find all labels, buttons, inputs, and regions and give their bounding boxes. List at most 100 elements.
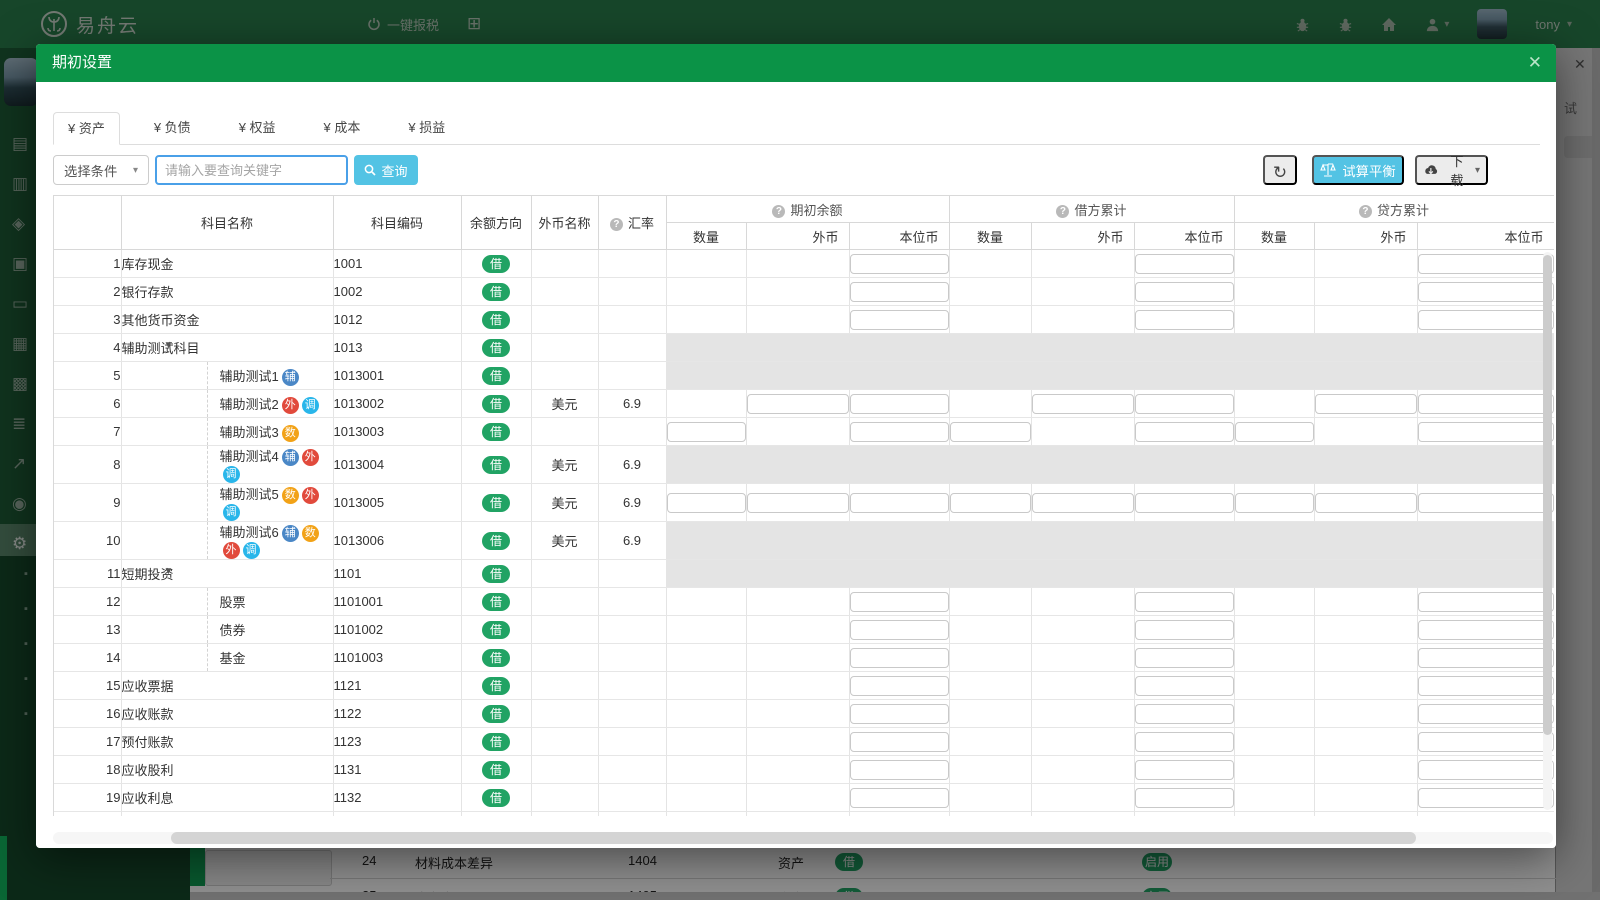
debit-total-fc-input[interactable] [1031,492,1134,513]
condition-select[interactable]: 选择条件 ▾ [53,155,149,185]
debit-total-base-input[interactable] [1134,731,1234,752]
debit-total-base-input[interactable] [1134,591,1234,612]
credit-total-fc-input[interactable] [1314,393,1417,414]
credit-total-base-input[interactable] [1417,393,1554,414]
question-icon[interactable]: ? [609,218,623,231]
debit-total-fc-cell [1031,559,1135,588]
credit-total-base-input[interactable] [1417,619,1554,640]
vertical-scrollbar[interactable] [1543,252,1552,810]
question-icon[interactable]: ? [772,204,786,218]
download-button[interactable]: 下载 ▾ [1415,154,1488,188]
close-icon[interactable]: ✕ [1528,44,1542,82]
debit-total-fc-input[interactable] [1031,393,1134,414]
debit-total-fc-cell [1031,361,1135,390]
credit-total-qty-input[interactable] [1234,421,1314,442]
debit-total-base-cell [1134,277,1235,306]
credit-total-base-input[interactable] [1417,675,1554,696]
opening-balance-fc-input[interactable] [746,393,849,414]
credit-total-base-cell [1417,727,1554,756]
tab-liabilities[interactable]: ¥ 负债 [140,112,205,143]
debit-total-qty-cell [948,305,1032,334]
debit-total-base-input[interactable] [1134,393,1234,414]
debit-total-qty-input[interactable] [949,421,1031,442]
search-input[interactable] [155,155,348,185]
credit-total-base-input[interactable] [1417,253,1554,274]
credit-total-base-input[interactable] [1417,647,1554,668]
tab-cost[interactable]: ¥ 成本 [310,112,375,143]
row-number: 12 [54,587,122,616]
opening-balance-base-input[interactable] [849,281,949,302]
horizontal-scrollbar[interactable] [53,832,1553,844]
opening-balance-base-input[interactable] [849,731,949,752]
debit-total-base-input[interactable] [1134,647,1234,668]
credit-total-base-input[interactable] [1417,731,1554,752]
credit-total-base-input[interactable] [1417,815,1554,816]
debit-total-base-input[interactable] [1134,675,1234,696]
opening-balance-base-input[interactable] [849,393,949,414]
opening-balance-base-input[interactable] [849,703,949,724]
debit-total-base-input[interactable] [1134,281,1234,302]
question-icon[interactable]: ? [1056,204,1070,218]
tab-equity[interactable]: ¥ 权益 [225,112,290,143]
opening-balance-base-input[interactable] [849,759,949,780]
table-row: 17 预付账款 1123 借 [54,727,1554,756]
debit-total-base-input[interactable] [1134,815,1234,816]
credit-total-base-input[interactable] [1417,492,1554,513]
search-button[interactable]: 查询 [354,155,418,185]
refresh-button[interactable]: ↻ [1263,155,1297,185]
debit-total-base-input[interactable] [1134,309,1234,330]
opening-balance-base-input[interactable] [849,492,949,513]
collapse-caret-icon[interactable]: ▼ [164,566,174,577]
credit-total-base-input[interactable] [1417,309,1554,330]
opening-balance-fc-cell [746,445,850,484]
opening-balance-base-cell [849,727,950,756]
chevron-down-icon: ▾ [132,164,138,176]
debit-total-base-input[interactable] [1134,759,1234,780]
question-icon[interactable]: ? [1358,204,1372,218]
opening-balance-base-cell [849,811,950,816]
credit-total-base-input[interactable] [1417,591,1554,612]
trial-balance-button[interactable]: 试算平衡 [1312,155,1404,185]
credit-total-base-input[interactable] [1417,787,1554,808]
credit-total-fc-cell [1314,727,1418,756]
row-number: 4 [54,333,122,362]
credit-total-fc-input[interactable] [1314,492,1417,513]
opening-balance-base-input[interactable] [849,787,949,808]
debit-total-fc-cell [1031,615,1135,644]
debit-total-base-input[interactable] [1134,619,1234,640]
opening-balance-base-input[interactable] [849,647,949,668]
credit-total-base-input[interactable] [1417,703,1554,724]
tab-profit-loss[interactable]: ¥ 损益 [394,112,459,143]
account-code: 1101 [333,559,462,588]
opening-balance-base-input[interactable] [849,253,949,274]
credit-total-base-cell [1417,643,1554,672]
opening-balance-base-input[interactable] [849,421,949,442]
credit-total-qty-cell [1233,361,1315,390]
opening-balance-base-input[interactable] [849,815,949,816]
debit-total-qty-input[interactable] [949,492,1031,513]
debit-total-base-input[interactable] [1134,703,1234,724]
credit-total-base-input[interactable] [1417,759,1554,780]
opening-balance-base-input[interactable] [849,309,949,330]
opening-balance-qty-cell [665,277,747,306]
debit-total-base-input[interactable] [1134,421,1234,442]
credit-total-base-input[interactable] [1417,421,1554,442]
opening-balance-base-input[interactable] [849,675,949,696]
foreign-currency-name [531,305,599,334]
debit-total-base-input[interactable] [1134,253,1234,274]
collapse-caret-icon[interactable]: ▼ [164,340,174,351]
credit-total-base-input[interactable] [1417,281,1554,302]
debit-total-base-input[interactable] [1134,492,1234,513]
tab-assets[interactable]: ¥ 资产 [53,112,120,145]
credit-total-qty-input[interactable] [1234,492,1314,513]
debit-total-qty-cell [948,445,1032,484]
debit-total-base-input[interactable] [1134,787,1234,808]
opening-balance-fc-input[interactable] [746,492,849,513]
opening-balance-base-input[interactable] [849,591,949,612]
account-code: 1101003 [333,643,462,672]
opening-balance-base-input[interactable] [849,619,949,640]
horizontal-scrollbar-thumb[interactable] [171,832,1416,844]
vertical-scrollbar-thumb[interactable] [1543,255,1552,735]
opening-balance-qty-input[interactable] [666,421,746,442]
opening-balance-qty-input[interactable] [666,492,746,513]
